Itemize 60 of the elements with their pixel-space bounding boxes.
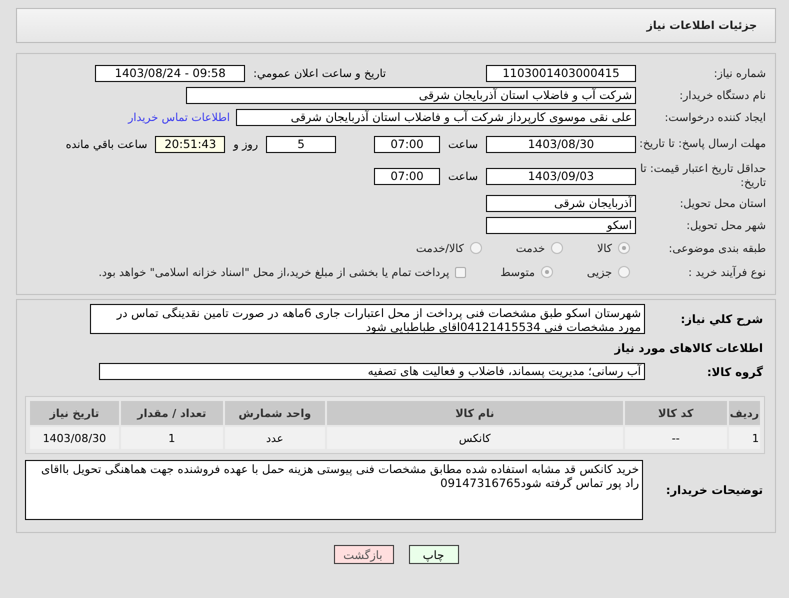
page-title: جزئیات اطلاعات نیاز xyxy=(646,19,757,32)
input-field[interactable]: 1103001403000415 xyxy=(486,64,636,82)
input-field[interactable]: شرکت آب و فاضلاب استان آذربایجان شرقی xyxy=(186,86,636,104)
field-label: روز و xyxy=(232,138,260,150)
field-label: حداقل تاریخ اعتبار قیمت: تا تاریخ: xyxy=(639,162,767,190)
section-title: اطلاعات کالاهای مورد نیاز xyxy=(613,341,764,355)
option-label: پرداخت تمام یا بخشی از مبلغ خرید،از محل "اسناد خزانه اسلامی" خواهد بود. xyxy=(98,266,450,278)
option-label: متوسط xyxy=(500,266,535,278)
column-header: کد کالا xyxy=(624,401,727,425)
column-header: واحد شمارش xyxy=(224,401,325,425)
contact-link[interactable]: اطلاعات تماس خریدار xyxy=(128,110,236,124)
radio-button[interactable] xyxy=(618,266,630,278)
field-label: ایجاد کننده درخواست: xyxy=(664,110,767,124)
radio-button[interactable] xyxy=(551,242,564,254)
field-label: استان محل تحویل: xyxy=(678,196,767,210)
field-label: نام دستگاه خریدار: xyxy=(678,88,767,102)
input-field[interactable]: اسکو xyxy=(486,216,636,234)
field-label: شهر محل تحویل: xyxy=(685,218,767,232)
column-header: تاریخ نیاز xyxy=(30,401,119,425)
text-area[interactable]: خرید کانکس قد مشابه استفاده شده مطابق مشخصات فنی پیوستی هزینه حمل با عهده فروشنده جهت هماهنگی تحویل بااقای راد پور تماس گرفته شود09147316765 xyxy=(25,460,643,520)
option-label: کالا xyxy=(597,242,612,254)
table-cell: کانکس xyxy=(326,427,623,449)
back-button[interactable]: بازگشت xyxy=(334,545,394,564)
input-field[interactable]: 1403/08/24 - 09:58 xyxy=(95,64,246,82)
input-field[interactable]: 1403/08/30 xyxy=(486,136,636,152)
option-label: کالا/خدمت xyxy=(416,242,464,254)
input-field[interactable]: 1403/09/03 xyxy=(486,168,636,184)
table-cell: 1 xyxy=(120,427,223,449)
field-label: شرح کلي نياز: xyxy=(680,312,764,326)
field-label: مهلت ارسال پاسخ: تا تاریخ: xyxy=(638,137,767,151)
field-label: نوع فرآیند خرید : xyxy=(687,266,767,278)
field-label: گروه کالا: xyxy=(706,364,764,378)
option-label: جزیی xyxy=(586,266,612,278)
input-field[interactable]: 5 xyxy=(266,136,336,152)
field-label: توضیحات خریدار: xyxy=(664,483,764,497)
input-field[interactable]: 20:51:43 xyxy=(155,136,226,152)
field-label: تاريخ و ساعت اعلان عمومي: xyxy=(252,66,387,80)
radio-button[interactable] xyxy=(540,266,553,278)
checkbox[interactable] xyxy=(455,266,466,278)
input-field[interactable]: علی نقی موسوی کارپرداز شرکت آب و فاضلاب استان آذربایجان شرقی xyxy=(236,108,636,126)
column-header: نام کالا xyxy=(326,401,623,425)
table-cell: -- xyxy=(624,427,727,449)
field-label: ساعت xyxy=(447,170,479,182)
column-header: ردیف xyxy=(728,401,760,425)
input-field[interactable]: آذربایجان شرقی xyxy=(486,194,636,212)
input-field[interactable]: آب رسانی؛ مدیریت پسماند، فاضلاب و فعالیت های تصفیه xyxy=(99,363,645,380)
field-label: شماره نیاز: xyxy=(712,66,767,80)
table-cell: عدد xyxy=(224,427,325,449)
table-cell: 1 xyxy=(728,427,760,449)
field-label: طبقه بندی موضوعی: xyxy=(668,242,767,254)
column-header: تعداد / مقدار xyxy=(120,401,223,425)
field-label: ساعت باقي مانده xyxy=(64,138,148,150)
radio-button[interactable] xyxy=(618,242,630,254)
input-field[interactable]: 07:00 xyxy=(374,168,440,184)
field-label: ساعت xyxy=(447,138,479,150)
option-label: خدمت xyxy=(516,242,546,254)
input-field[interactable]: 07:00 xyxy=(374,136,440,152)
print-button[interactable]: چاپ xyxy=(408,545,458,564)
table-cell: 1403/08/30 xyxy=(30,427,119,449)
radio-button[interactable] xyxy=(470,242,482,254)
